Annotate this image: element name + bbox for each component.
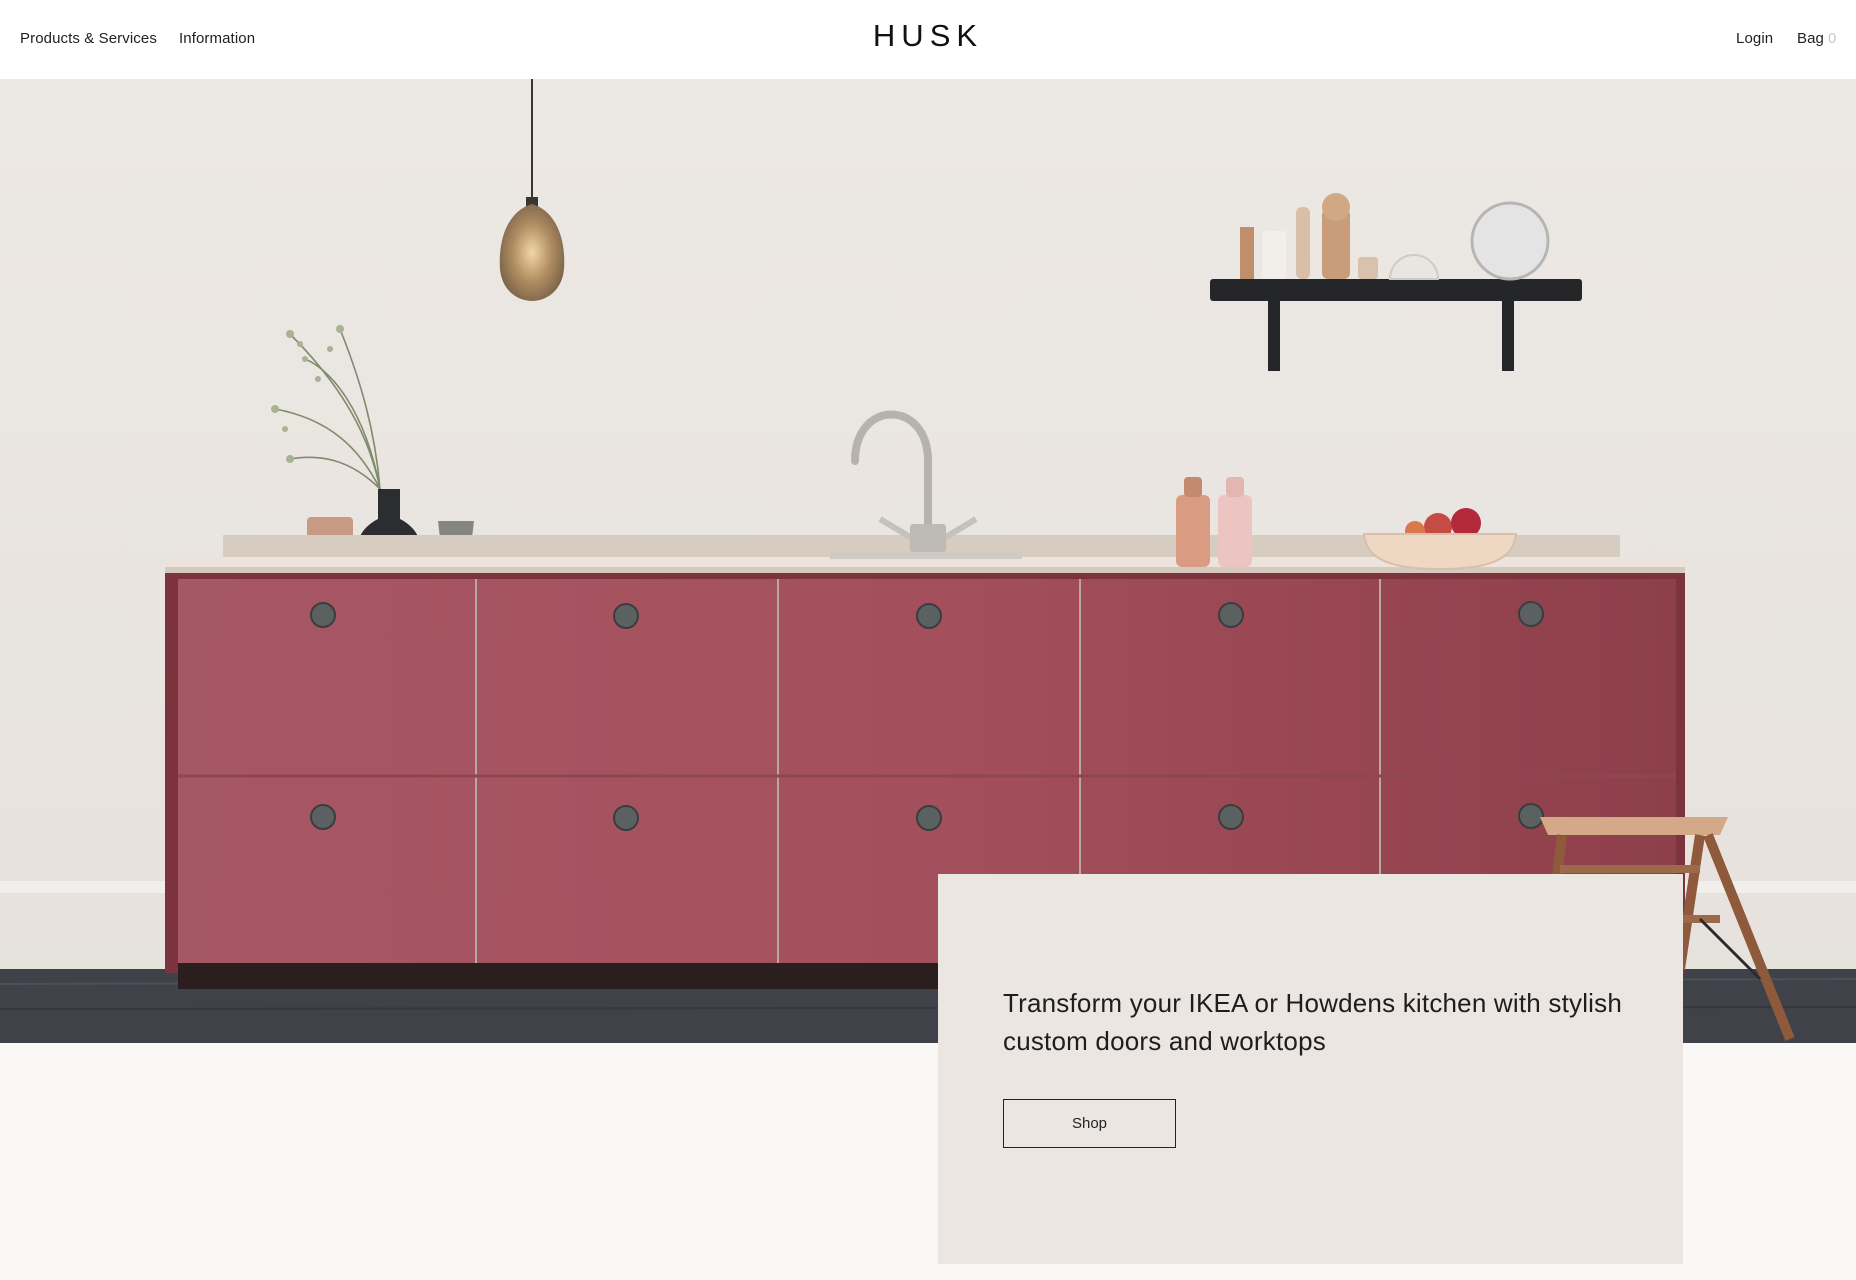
site-header: Products & Services Information HUSK Log…: [0, 0, 1856, 79]
shop-button[interactable]: Shop: [1003, 1099, 1176, 1148]
wall-shelf: [1210, 279, 1582, 301]
bag-label: Bag: [1797, 30, 1824, 47]
promo-card: Transform your IKEA or Howdens kitchen w…: [938, 874, 1683, 1264]
shelf-plate: [1470, 201, 1550, 281]
login-link[interactable]: Login: [1736, 30, 1773, 47]
salt-mill: [1218, 495, 1252, 567]
bag-link[interactable]: Bag 0: [1797, 30, 1836, 47]
hero-headline: Transform your IKEA or Howdens kitchen w…: [1003, 988, 1623, 1056]
husk-logo[interactable]: HUSK: [0, 18, 1856, 54]
bag-count: 0: [1828, 30, 1837, 47]
pepper-mill: [1176, 495, 1210, 567]
